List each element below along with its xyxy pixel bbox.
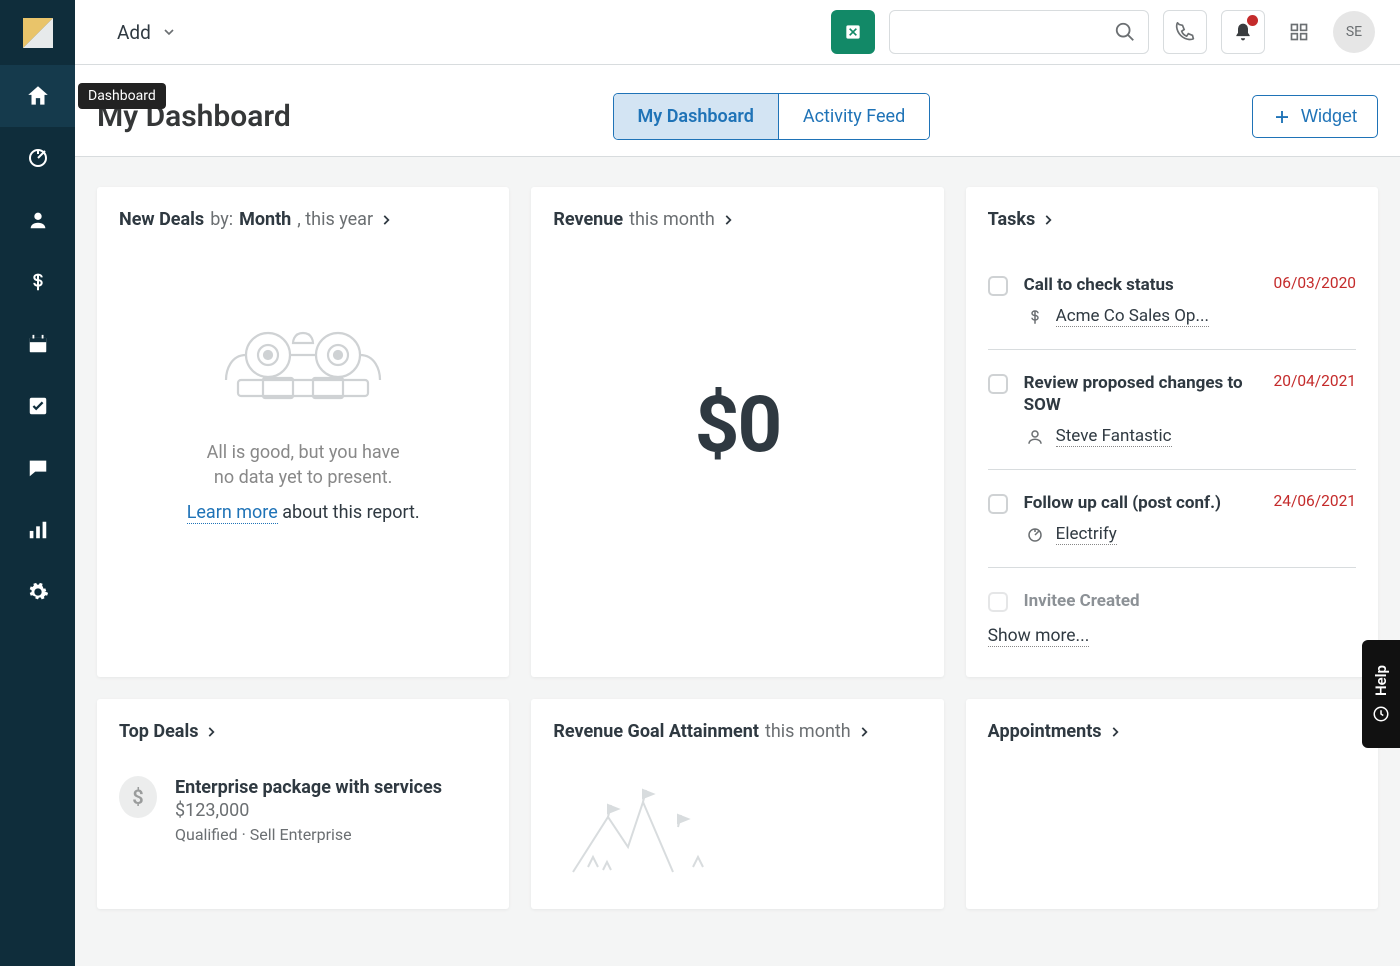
card-tasks: Tasks Call to check status 06/03/2020 xyxy=(966,187,1378,677)
bars-icon xyxy=(27,519,49,541)
add-button[interactable]: Add xyxy=(117,21,177,44)
appointments-title[interactable]: Appointments xyxy=(988,721,1356,742)
task-checkbox[interactable] xyxy=(988,276,1008,296)
revenue-title[interactable]: Revenue this month xyxy=(553,209,921,230)
sidebar-item-target[interactable] xyxy=(0,127,75,189)
chevron-down-icon xyxy=(161,24,177,40)
sidebar-item-messages[interactable] xyxy=(0,437,75,499)
task-name[interactable]: Invitee Created xyxy=(1024,590,1140,612)
task-checkbox[interactable] xyxy=(988,374,1008,394)
sidebar-item-settings[interactable] xyxy=(0,561,75,623)
new-deals-empty-state: All is good, but you haveno data yet to … xyxy=(119,300,487,526)
content: New Deals by: Month, this year xyxy=(75,157,1400,966)
target-icon xyxy=(26,146,50,170)
target-icon xyxy=(1024,526,1046,544)
chevron-right-icon xyxy=(1041,213,1055,227)
chevron-right-icon xyxy=(379,213,393,227)
brand-logo[interactable] xyxy=(0,0,75,65)
sidebar-item-reports[interactable] xyxy=(0,499,75,561)
main: Add SE My Dashboard My Dashboard Activit… xyxy=(75,0,1400,966)
task-date: 24/06/2021 xyxy=(1274,492,1356,510)
deal-amount: $123,000 xyxy=(175,800,249,821)
tasks-title[interactable]: Tasks xyxy=(988,209,1356,230)
top-deal-row[interactable]: $ Enterprise package with services $123,… xyxy=(119,776,487,844)
sidebar-item-dashboard[interactable]: Dashboard xyxy=(0,65,75,127)
task-date: 06/03/2020 xyxy=(1274,274,1356,292)
chevron-right-icon xyxy=(1108,725,1122,739)
task-checkbox[interactable] xyxy=(988,592,1008,612)
deal-meta: Qualified · Sell Enterprise xyxy=(175,825,487,844)
person-icon xyxy=(1024,428,1046,446)
deal-name: Enterprise package with services xyxy=(175,777,442,798)
home-icon xyxy=(25,83,51,109)
task-row: Follow up call (post conf.) 24/06/2021 E… xyxy=(988,470,1356,568)
card-top-deals: Top Deals $ Enterprise package with serv… xyxy=(97,699,509,909)
card-new-deals: New Deals by: Month, this year xyxy=(97,187,509,677)
dollar-icon xyxy=(27,271,49,293)
close-box-icon xyxy=(843,22,863,42)
task-related-link[interactable]: Acme Co Sales Op... xyxy=(1056,306,1209,327)
task-name[interactable]: Call to check status xyxy=(1024,274,1174,296)
phone-icon xyxy=(1175,22,1195,42)
calendar-icon xyxy=(27,333,49,355)
search-input[interactable] xyxy=(889,10,1149,54)
revenue-amount: $0 xyxy=(553,380,921,471)
widget-button-label: Widget xyxy=(1301,106,1357,127)
sidebar-tooltip: Dashboard xyxy=(78,83,166,109)
task-row: Invitee Created xyxy=(988,568,1356,618)
search-icon xyxy=(1114,21,1136,43)
notifications-button[interactable] xyxy=(1221,10,1265,54)
chevron-right-icon xyxy=(721,213,735,227)
sidebar-item-contacts[interactable] xyxy=(0,189,75,251)
sidebar: Dashboard xyxy=(0,0,75,966)
show-more-link[interactable]: Show more... xyxy=(988,626,1090,647)
help-icon xyxy=(1372,705,1390,723)
avatar-initials: SE xyxy=(1346,24,1362,40)
sidebar-item-calendar[interactable] xyxy=(0,313,75,375)
view-tabs: My Dashboard Activity Feed xyxy=(613,93,931,140)
sidebar-item-tasks[interactable] xyxy=(0,375,75,437)
person-icon xyxy=(27,209,49,231)
top-deals-title[interactable]: Top Deals xyxy=(119,721,487,742)
grid-icon xyxy=(1289,22,1309,42)
page-header: My Dashboard My Dashboard Activity Feed … xyxy=(75,65,1400,157)
task-row: Call to check status 06/03/2020 Acme Co … xyxy=(988,260,1356,350)
help-tab[interactable]: Help xyxy=(1362,640,1400,748)
notification-dot xyxy=(1247,15,1258,26)
binoculars-illustration xyxy=(208,300,398,410)
dollar-icon xyxy=(1024,308,1046,326)
tab-activity-feed[interactable]: Activity Feed xyxy=(778,94,929,139)
tab-my-dashboard[interactable]: My Dashboard xyxy=(614,94,778,139)
add-widget-button[interactable]: Widget xyxy=(1252,95,1378,138)
mountain-illustration xyxy=(553,772,921,882)
task-row: Review proposed changes to SOW 20/04/202… xyxy=(988,350,1356,470)
revenue-goal-title[interactable]: Revenue Goal Attainment this month xyxy=(553,721,921,742)
topbar: Add SE xyxy=(75,0,1400,65)
chevron-right-icon xyxy=(857,725,871,739)
task-name[interactable]: Review proposed changes to SOW xyxy=(1024,372,1262,416)
user-avatar[interactable]: SE xyxy=(1333,11,1375,53)
pinned-app-button[interactable] xyxy=(831,10,875,54)
check-icon xyxy=(27,395,49,417)
learn-more-link[interactable]: Learn more xyxy=(187,502,278,524)
task-date: 20/04/2021 xyxy=(1274,372,1356,390)
chat-icon xyxy=(27,457,49,479)
dollar-circle-icon: $ xyxy=(119,776,157,818)
help-tab-label: Help xyxy=(1372,665,1390,696)
card-revenue: Revenue this month $0 xyxy=(531,187,943,677)
plus-icon xyxy=(1273,108,1291,126)
task-related-link[interactable]: Steve Fantastic xyxy=(1056,426,1172,447)
card-appointments: Appointments xyxy=(966,699,1378,909)
call-button[interactable] xyxy=(1163,10,1207,54)
add-button-label: Add xyxy=(117,21,151,44)
task-related-link[interactable]: Electrify xyxy=(1056,524,1117,545)
new-deals-title[interactable]: New Deals by: Month, this year xyxy=(119,209,487,230)
gear-icon xyxy=(27,581,49,603)
card-revenue-goal: Revenue Goal Attainment this month xyxy=(531,699,943,909)
task-checkbox[interactable] xyxy=(988,494,1008,514)
task-name[interactable]: Follow up call (post conf.) xyxy=(1024,492,1221,514)
apps-button[interactable] xyxy=(1279,10,1319,54)
chevron-right-icon xyxy=(204,725,218,739)
sidebar-item-deals[interactable] xyxy=(0,251,75,313)
